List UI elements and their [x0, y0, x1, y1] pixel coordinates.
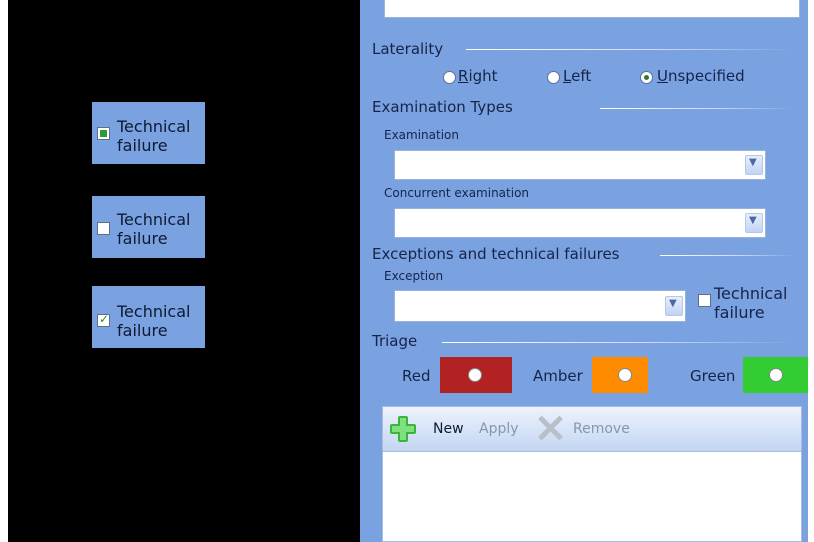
radio-left[interactable]	[547, 71, 560, 84]
chevron-down-icon: ▼	[669, 298, 677, 309]
laterality-title: Laterality	[372, 40, 444, 58]
checkbox-card-checked[interactable]: ✓ Technical failure	[92, 286, 205, 348]
radio-right[interactable]	[443, 71, 456, 84]
radio-unspecified-label[interactable]: Unspecified	[657, 67, 745, 85]
check-icon: ✓	[99, 312, 110, 326]
radio-right-label[interactable]: Right	[458, 67, 498, 85]
triage-red-label: Red	[402, 367, 431, 385]
triage-green-label: Green	[690, 367, 736, 385]
section-divider	[660, 255, 796, 256]
items-list[interactable]	[382, 452, 802, 542]
examination-dropdown[interactable]: ▼	[394, 150, 766, 180]
technical-failure-checkbox[interactable]	[698, 294, 711, 307]
add-icon[interactable]	[389, 415, 417, 443]
triage-title: Triage	[372, 332, 418, 350]
checkbox-card-unchecked[interactable]: Technical failure	[92, 196, 205, 258]
checkbox-label: Technical failure	[117, 210, 191, 248]
technical-failure-label: Technical failure	[714, 284, 788, 322]
apply-button[interactable]: Apply	[479, 421, 519, 437]
radio-left-label[interactable]: Left	[563, 67, 591, 85]
dropdown-button[interactable]: ▼	[745, 213, 763, 233]
radio-right-label-rest: ight	[468, 67, 498, 85]
concurrent-examination-label: Concurrent examination	[384, 186, 530, 200]
exception-dropdown[interactable]: ▼	[394, 290, 686, 322]
checkbox-unchecked[interactable]	[97, 222, 110, 235]
chevron-down-icon: ▼	[749, 215, 757, 226]
exam-form-panel: Laterality Right Left Unspecified Examin…	[360, 0, 808, 542]
triage-amber-radio[interactable]	[618, 368, 632, 382]
triage-green-swatch[interactable]	[743, 357, 808, 393]
section-divider	[466, 49, 796, 50]
exceptions-title: Exceptions and technical failures	[372, 245, 620, 263]
triage-red-radio[interactable]	[468, 368, 482, 382]
chevron-down-icon: ▼	[749, 157, 757, 168]
section-divider	[600, 108, 796, 109]
checkbox-checked[interactable]: ✓	[97, 312, 110, 327]
checkbox-label: Technical failure	[117, 302, 191, 340]
section-divider	[442, 342, 796, 343]
top-text-field[interactable]	[384, 0, 800, 18]
remove-icon[interactable]	[535, 413, 565, 443]
dropdown-button[interactable]: ▼	[665, 296, 683, 316]
triage-green-radio[interactable]	[769, 368, 783, 382]
concurrent-examination-dropdown[interactable]: ▼	[394, 208, 766, 238]
radio-unspecified[interactable]	[640, 71, 653, 84]
checkbox-card-indeterminate[interactable]: Technical failure	[92, 102, 205, 164]
checkbox-indeterminate[interactable]	[97, 127, 110, 140]
triage-amber-swatch[interactable]	[592, 357, 648, 393]
examination-label: Examination	[384, 128, 460, 142]
dropdown-button[interactable]: ▼	[745, 155, 763, 175]
left-preview-panel: Technical failure Technical failure ✓ Te…	[8, 0, 360, 542]
examination-types-title: Examination Types	[372, 98, 513, 116]
triage-red-swatch[interactable]	[440, 357, 512, 393]
new-button[interactable]: New	[433, 421, 464, 437]
triage-amber-label: Amber	[533, 367, 583, 385]
exception-label: Exception	[384, 269, 444, 283]
checkbox-label: Technical failure	[117, 117, 191, 155]
list-toolbar: New Apply Remove	[382, 406, 802, 452]
remove-button[interactable]: Remove	[573, 421, 630, 437]
